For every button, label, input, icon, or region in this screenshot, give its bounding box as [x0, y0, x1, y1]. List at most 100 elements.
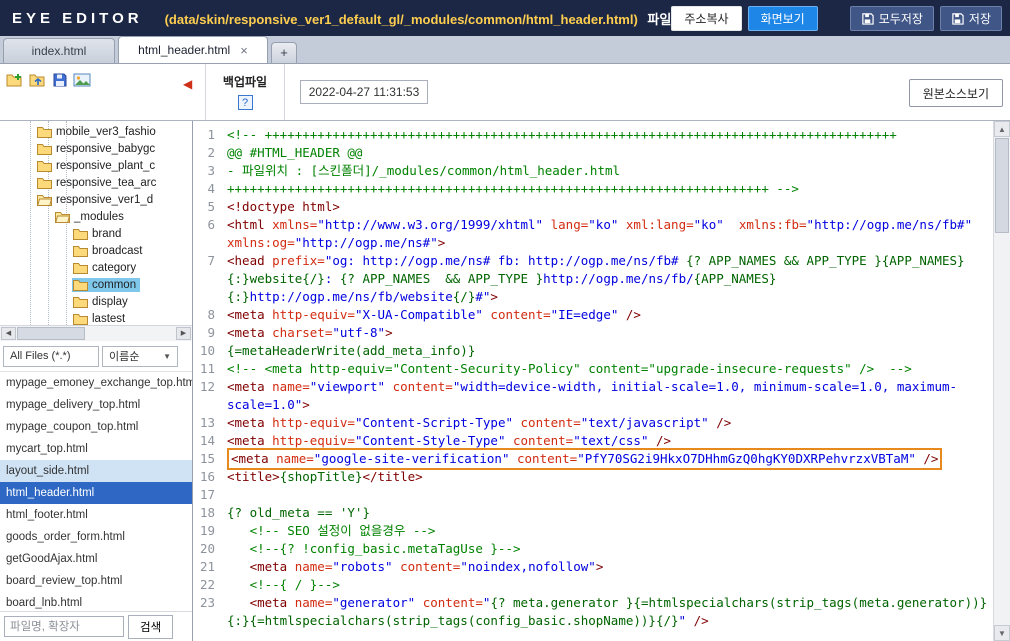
code-line-10[interactable]: 10{=metaHeaderWrite(add_meta_info)} [193, 342, 993, 360]
code-line-7[interactable]: 7<head prefix="og: http://ogp.me/ns# fb:… [193, 252, 993, 306]
line-content: @@ #HTML_HEADER @@ [227, 144, 993, 162]
file-filter-select[interactable]: All Files (*.*) [3, 346, 99, 367]
file-path-suffix: 파일 [647, 12, 671, 27]
image-icon[interactable] [73, 72, 91, 88]
folder-icon [73, 296, 88, 308]
line-number: 12 [193, 378, 227, 414]
scroll-down-icon[interactable]: ▼ [994, 625, 1010, 641]
code-line-21[interactable]: 21 <meta name="robots" content="noindex,… [193, 558, 993, 576]
tree-item-responsive_plant_c[interactable]: responsive_plant_c [0, 157, 192, 174]
file-item-getGoodAjax.html[interactable]: getGoodAjax.html [0, 548, 192, 570]
folder-icon [73, 228, 88, 240]
code-line-15[interactable]: 15<meta name="google-site-verification" … [193, 450, 993, 468]
new-tab-button[interactable]: + [271, 42, 297, 63]
tab-index.html[interactable]: index.html [3, 38, 115, 63]
tab-html_header.html[interactable]: html_header.html× [118, 36, 268, 63]
code-line-16[interactable]: 16<title>{shopTitle}</title> [193, 468, 993, 486]
tree-item-label: responsive_tea_arc [56, 177, 156, 189]
scroll-right-icon[interactable]: ▶ [176, 327, 191, 340]
open-folder-icon[interactable] [29, 72, 47, 88]
toolbar-icons [6, 72, 91, 88]
scroll-left-icon[interactable]: ◀ [1, 327, 16, 340]
sort-select[interactable]: 이름순 ▼ [102, 346, 178, 367]
file-item-goods_order_form.html[interactable]: goods_order_form.html [0, 526, 192, 548]
code-line-11[interactable]: 11<!-- <meta http-equiv="Content-Securit… [193, 360, 993, 378]
file-item-mypage_coupon_top.html[interactable]: mypage_coupon_top.html [0, 416, 192, 438]
folder-icon [37, 177, 52, 189]
tree-item-display[interactable]: display [0, 293, 192, 310]
code-line-5[interactable]: 5<!doctype html> [193, 198, 993, 216]
save-all-button[interactable]: 모두저장 [850, 6, 934, 31]
line-number: 4 [193, 180, 227, 198]
file-item-board_lnb.html[interactable]: board_lnb.html [0, 592, 192, 611]
tree-item-brand[interactable]: brand [0, 225, 192, 242]
file-item-layout_side.html[interactable]: layout_side.html [0, 460, 192, 482]
collapse-sidebar-icon[interactable]: ◀ [183, 77, 192, 91]
file-item-mypage_delivery_top.html[interactable]: mypage_delivery_top.html [0, 394, 192, 416]
save-button[interactable]: 저장 [940, 6, 1002, 31]
save-label: 저장 [969, 10, 991, 27]
view-source-button[interactable]: 원본소스보기 [909, 79, 1003, 107]
code-line-2[interactable]: 2@@ #HTML_HEADER @@ [193, 144, 993, 162]
tab-close-icon[interactable]: × [240, 44, 248, 57]
code-line-18[interactable]: 18{? old_meta == 'Y'} [193, 504, 993, 522]
code-line-20[interactable]: 20 <!--{? !config_basic.metaTagUse }--> [193, 540, 993, 558]
tree-item-mobile_ver3_fashio[interactable]: mobile_ver3_fashio [0, 123, 192, 140]
file-path-text: (data/skin/responsive_ver1_default_gl/_m… [165, 12, 638, 27]
code-editor[interactable]: 1<!-- ++++++++++++++++++++++++++++++++++… [193, 121, 1010, 641]
line-content [227, 486, 993, 504]
folder-icon [73, 262, 88, 274]
save-all-label: 모두저장 [879, 10, 923, 27]
file-item-board_review_top.html[interactable]: board_review_top.html [0, 570, 192, 592]
file-item-mypage_emoney_exchange_top.html[interactable]: mypage_emoney_exchange_top.html [0, 372, 192, 394]
code-line-13[interactable]: 13<meta http-equiv="Content-Script-Type"… [193, 414, 993, 432]
code-line-3[interactable]: 3- 파일위치 : [스킨폴더]/_modules/common/html_he… [193, 162, 993, 180]
file-item-mycart_top.html[interactable]: mycart_top.html [0, 438, 192, 460]
code-line-22[interactable]: 22 <!--{ / }--> [193, 576, 993, 594]
tree-item-category[interactable]: category [0, 259, 192, 276]
tree-item-lastest[interactable]: lastest [0, 310, 192, 325]
file-list: mypage_emoney_exchange_top.htmlmypage_de… [0, 371, 192, 611]
open-folder-icon [55, 211, 70, 223]
line-number: 6 [193, 216, 227, 252]
tree-item-_modules[interactable]: _modules [0, 208, 192, 225]
tree-item-label: responsive_plant_c [56, 160, 155, 172]
backup-date[interactable]: 2022-04-27 11:31:53 [300, 80, 428, 104]
tree-item-common[interactable]: common [0, 276, 192, 293]
code-line-4[interactable]: 4+++++++++++++++++++++++++++++++++++++++… [193, 180, 993, 198]
tree-item-responsive_tea_arc[interactable]: responsive_tea_arc [0, 174, 192, 191]
search-button[interactable]: 검색 [128, 615, 173, 639]
tree-item-responsive_ver1_d[interactable]: responsive_ver1_d [0, 191, 192, 208]
help-icon[interactable]: ? [238, 95, 253, 110]
code-line-19[interactable]: 19 <!-- SEO 설정이 없을경우 --> [193, 522, 993, 540]
line-content: <!--{ / }--> [227, 576, 993, 594]
code-line-17[interactable]: 17 [193, 486, 993, 504]
code-line-9[interactable]: 9<meta charset="utf-8"> [193, 324, 993, 342]
scrollbar-track[interactable] [994, 234, 1010, 625]
vscroll-thumb[interactable] [995, 138, 1009, 233]
top-bar: EYE EDITOR (data/skin/responsive_ver1_de… [0, 0, 1010, 36]
file-item-html_header.html[interactable]: html_header.html [0, 482, 192, 504]
filter-row: All Files (*.*) 이름순 ▼ [0, 341, 192, 371]
folder-icon [73, 245, 88, 257]
new-folder-icon[interactable] [6, 72, 24, 88]
code-line-1[interactable]: 1<!-- ++++++++++++++++++++++++++++++++++… [193, 126, 993, 144]
filename-search-input[interactable] [4, 616, 124, 637]
tree-item-responsive_babygc[interactable]: responsive_babygc [0, 140, 192, 157]
code-line-8[interactable]: 8<meta http-equiv="X-UA-Compatible" cont… [193, 306, 993, 324]
tree-hscrollbar[interactable]: ◀ ▶ [0, 325, 192, 341]
file-item-html_footer.html[interactable]: html_footer.html [0, 504, 192, 526]
hscroll-thumb[interactable] [17, 327, 85, 340]
line-number: 23 [193, 594, 227, 630]
code-line-12[interactable]: 12<meta name="viewport" content="width=d… [193, 378, 993, 414]
preview-button[interactable]: 화면보기 [748, 6, 818, 31]
scroll-up-icon[interactable]: ▲ [994, 121, 1010, 137]
editor-scrollbar[interactable]: ▲ ▼ [993, 121, 1010, 641]
code-line-6[interactable]: 6<html xmlns="http://www.w3.org/1999/xht… [193, 216, 993, 252]
tree-item-label: _modules [74, 211, 124, 223]
copy-address-button[interactable]: 주소복사 [671, 6, 741, 31]
line-number: 10 [193, 342, 227, 360]
code-line-23[interactable]: 23 <meta name="generator" content="{? me… [193, 594, 993, 630]
tree-item-broadcast[interactable]: broadcast [0, 242, 192, 259]
save-disk-icon[interactable] [52, 72, 68, 88]
